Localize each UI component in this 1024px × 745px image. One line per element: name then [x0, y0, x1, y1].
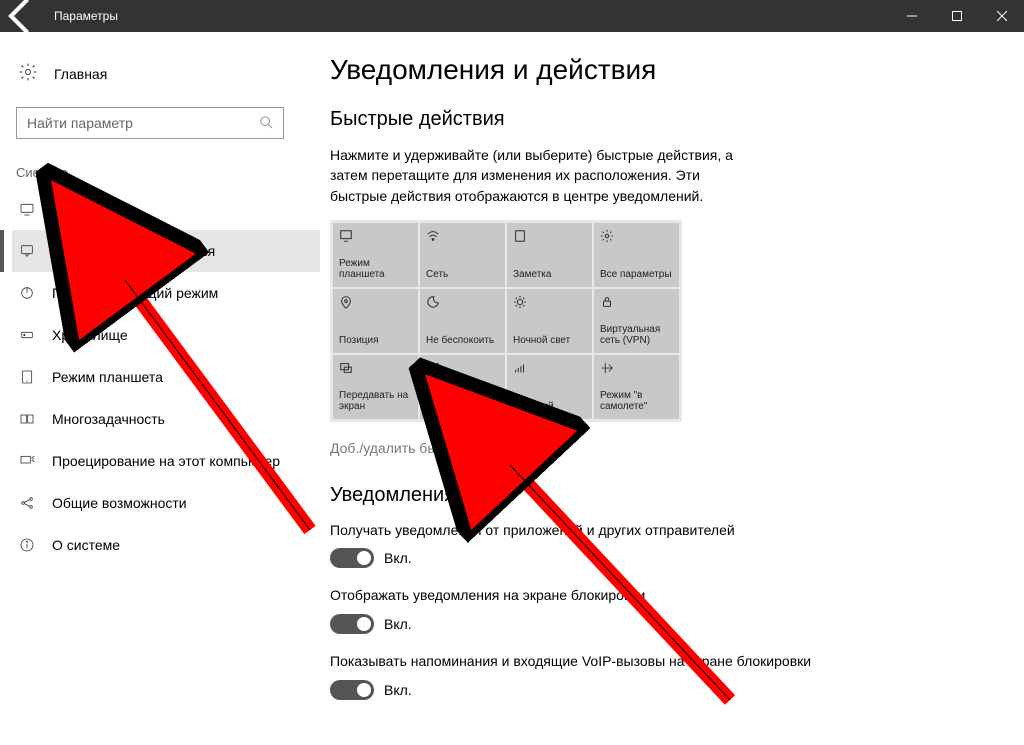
wifi-icon	[426, 229, 440, 243]
toggle-state: Вкл.	[384, 616, 412, 632]
quick-actions-heading: Быстрые действия	[330, 108, 994, 131]
notification-icon	[18, 242, 36, 260]
toggle-row-voip: Показывать напоминания и входящие VoIP-в…	[330, 652, 994, 700]
qa-tile-project[interactable]: Передавать на экран	[333, 355, 418, 419]
monitor-icon	[18, 200, 36, 218]
qa-tile-location[interactable]: Позиция	[333, 289, 418, 353]
main-panel: Уведомления и действия Быстрые действия …	[320, 32, 1024, 732]
airplane-icon	[600, 361, 614, 375]
close-button[interactable]	[979, 0, 1024, 32]
maximize-button[interactable]	[934, 0, 979, 32]
page-title: Уведомления и действия	[330, 54, 994, 86]
sun-icon	[513, 295, 527, 309]
search-placeholder: Найти параметр	[27, 115, 133, 131]
qa-tile-night-light[interactable]: Ночной свет	[507, 289, 592, 353]
search-input[interactable]: Найти параметр	[16, 107, 284, 139]
gear-icon	[600, 229, 614, 243]
notifications-heading: Уведомления	[330, 484, 994, 507]
sidebar-item-projecting[interactable]: Проецирование на этот компьютер	[12, 440, 320, 482]
qa-tile-network[interactable]: Сеть	[420, 223, 505, 287]
note-icon	[513, 229, 527, 243]
sidebar-item-label: Проецирование на этот компьютер	[52, 453, 280, 469]
sidebar-group: Система	[12, 157, 320, 188]
cellular-icon	[513, 361, 527, 375]
qa-tile-vpn[interactable]: Виртуальная сеть (VPN)	[594, 289, 679, 353]
sidebar-item-about[interactable]: О системе	[12, 524, 320, 566]
toggle-switch[interactable]	[330, 614, 374, 634]
toggle-state: Вкл.	[384, 682, 412, 698]
gear-icon	[18, 62, 38, 85]
moon-icon	[426, 295, 440, 309]
sidebar-item-display[interactable]: Экран	[12, 188, 320, 230]
power-icon	[18, 284, 36, 302]
window-title: Параметры	[44, 9, 118, 23]
connect-icon	[426, 361, 440, 375]
sidebar: Главная Найти параметр Система Экран Уве…	[0, 32, 320, 732]
quick-actions-grid: Режим планшета Сеть Заметка Все параметр…	[330, 220, 682, 422]
sidebar-item-label: Уведомления и действия	[52, 243, 215, 259]
toggle-row-lockscreen: Отображать уведомления на экране блокиро…	[330, 586, 994, 634]
sidebar-item-label: Общие возможности	[52, 495, 187, 511]
sidebar-item-label: О системе	[52, 537, 120, 553]
qa-tile-note[interactable]: Заметка	[507, 223, 592, 287]
storage-icon	[18, 326, 36, 344]
share-icon	[18, 494, 36, 512]
qa-tile-cellular[interactable]: Сотовый	[507, 355, 592, 419]
sidebar-item-multitask[interactable]: Многозадачность	[12, 398, 320, 440]
toggle-state: Вкл.	[384, 550, 412, 566]
sidebar-item-label: Экран	[52, 201, 92, 217]
add-remove-link[interactable]: Доб./удалить быстрые действия	[330, 440, 994, 456]
sidebar-item-tablet[interactable]: Режим планшета	[12, 356, 320, 398]
sidebar-item-power[interactable]: Питание и спящий режим	[12, 272, 320, 314]
vpn-icon	[600, 295, 614, 309]
toggle-switch[interactable]	[330, 548, 374, 568]
home-nav[interactable]: Главная	[12, 54, 320, 93]
toggle-label: Показывать напоминания и входящие VoIP-в…	[330, 652, 850, 672]
sidebar-item-label: Питание и спящий режим	[52, 285, 218, 301]
qa-tile-connect[interactable]: Соединиться	[420, 355, 505, 419]
sidebar-item-label: Хранилище	[52, 327, 128, 343]
project-icon	[339, 361, 353, 375]
titlebar: Параметры	[0, 0, 1024, 32]
location-icon	[339, 295, 353, 309]
project-icon	[18, 452, 36, 470]
sidebar-item-label: Режим планшета	[52, 369, 163, 385]
qa-tile-airplane[interactable]: Режим "в самолете"	[594, 355, 679, 419]
minimize-button[interactable]	[889, 0, 934, 32]
sidebar-item-label: Многозадачность	[52, 411, 165, 427]
sidebar-item-storage[interactable]: Хранилище	[12, 314, 320, 356]
toggle-label: Отображать уведомления на экране блокиро…	[330, 586, 850, 606]
multitask-icon	[18, 410, 36, 428]
qa-tile-dnd[interactable]: Не беспокоить	[420, 289, 505, 353]
sidebar-item-notifications[interactable]: Уведомления и действия	[12, 230, 320, 272]
tablet-icon	[339, 229, 353, 243]
toggle-label: Получать уведомления от приложений и дру…	[330, 521, 850, 541]
toggle-switch[interactable]	[330, 680, 374, 700]
sidebar-item-shared[interactable]: Общие возможности	[12, 482, 320, 524]
search-icon	[259, 115, 273, 132]
back-button[interactable]	[0, 0, 44, 32]
home-label: Главная	[54, 66, 107, 82]
toggle-row-apps: Получать уведомления от приложений и дру…	[330, 521, 994, 569]
qa-tile-tablet-mode[interactable]: Режим планшета	[333, 223, 418, 287]
qa-tile-all-settings[interactable]: Все параметры	[594, 223, 679, 287]
quick-actions-description: Нажмите и удерживайте (или выберите) быс…	[330, 145, 760, 206]
tablet-icon	[18, 368, 36, 386]
info-icon	[18, 536, 36, 554]
